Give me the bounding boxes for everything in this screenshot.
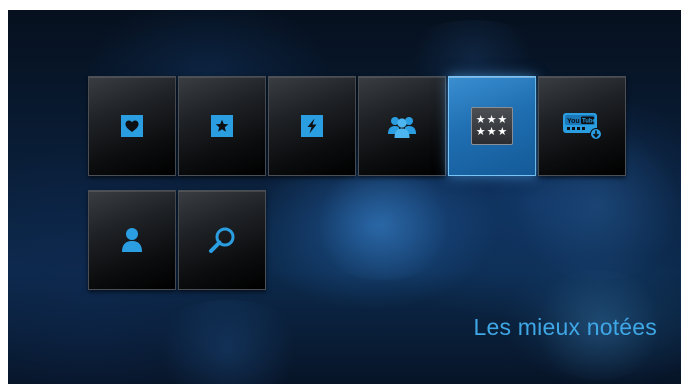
star-icon [211,115,233,137]
tile-top-rated[interactable]: ★★★ ★★★ [448,76,536,176]
tile-community[interactable] [358,76,446,176]
svg-text:Tube: Tube [582,119,597,125]
rating-stars-icon: ★★★ ★★★ [471,107,513,145]
tile-popular[interactable] [268,76,356,176]
rating-stars-row: ★★★ [475,125,509,138]
background-bokeh [308,170,458,280]
search-icon [208,226,236,254]
tile-featured[interactable] [178,76,266,176]
heart-icon [121,115,143,137]
tile-account[interactable] [88,190,176,290]
selected-category-label: Les mieux notées [473,314,657,340]
tile-favorites[interactable] [88,76,176,176]
youtube-icon: You Tube [562,111,602,141]
tile-search[interactable] [178,190,266,290]
lightning-icon [301,115,323,137]
people-icon [387,114,417,138]
tile-youtube[interactable]: You Tube [538,76,626,176]
background-bokeh [148,300,308,384]
media-menu-screen: ★★★ ★★★ You Tube Les mieux notées [8,10,681,384]
user-icon [121,227,143,253]
svg-text:You: You [567,118,580,125]
